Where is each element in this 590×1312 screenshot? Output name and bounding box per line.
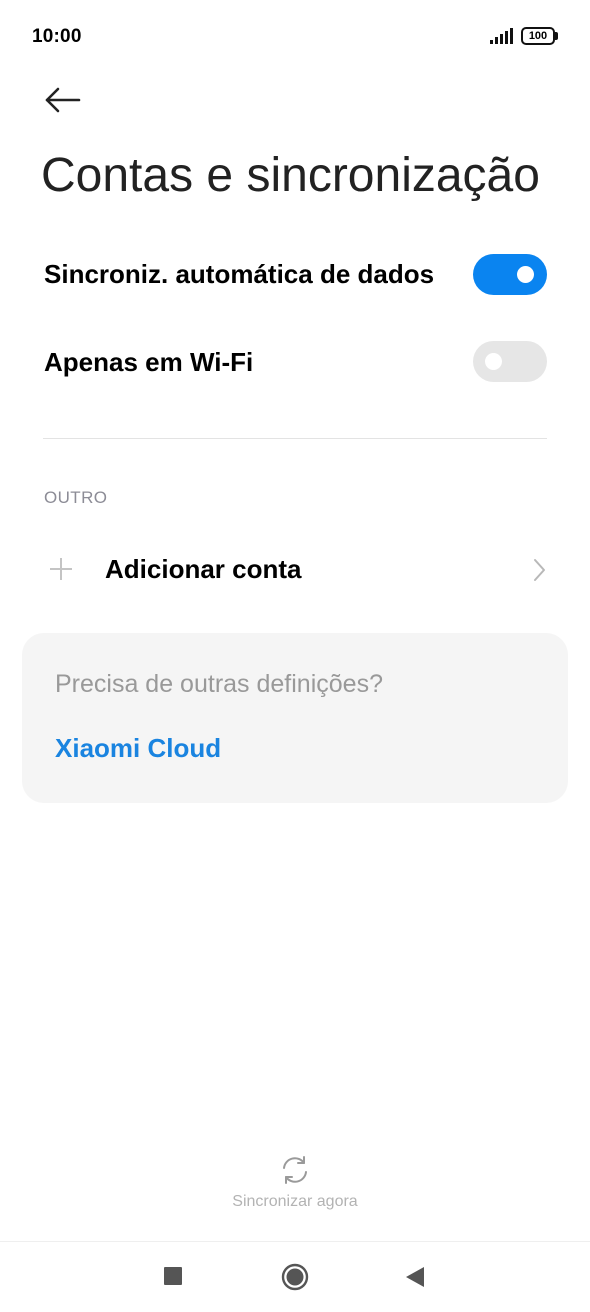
- back-button[interactable]: [36, 76, 88, 124]
- toggle-knob: [517, 266, 534, 283]
- wifi-only-row[interactable]: Apenas em Wi-Fi: [0, 322, 590, 402]
- cloud-question: Precisa de outras definições?: [55, 670, 383, 698]
- battery-level: 100: [528, 30, 548, 42]
- divider: [43, 438, 547, 439]
- screen: 10:00 100 Contas e sincronização Sincron…: [0, 0, 590, 1312]
- chevron-right-icon: [534, 559, 545, 581]
- sync-icon: [283, 1156, 307, 1184]
- nav-recents-icon[interactable]: [164, 1267, 182, 1285]
- wifi-only-toggle[interactable]: [473, 341, 547, 382]
- back-arrow-icon: [45, 87, 81, 113]
- nav-home-icon[interactable]: [281, 1263, 309, 1291]
- auto-sync-toggle[interactable]: [473, 254, 547, 295]
- battery-icon: 100: [521, 27, 559, 45]
- page-title: Contas e sincronização: [41, 149, 540, 202]
- sync-now-button[interactable]: Sincronizar agora: [195, 1150, 395, 1220]
- auto-sync-label: Sincroniz. automática de dados: [44, 259, 435, 289]
- sync-now-label: Sincronizar agora: [232, 1193, 358, 1210]
- add-account-label: Adicionar conta: [105, 554, 302, 584]
- status-bar: 10:00 100: [0, 0, 590, 74]
- toggle-knob: [485, 353, 502, 370]
- section-header-other: OUTRO: [44, 488, 108, 507]
- auto-sync-row[interactable]: Sincroniz. automática de dados: [0, 234, 590, 314]
- nav-back-icon[interactable]: [405, 1266, 425, 1288]
- add-account-row[interactable]: Adicionar conta: [0, 533, 590, 605]
- plus-icon: [50, 558, 72, 580]
- xiaomi-cloud-link[interactable]: Xiaomi Cloud: [55, 733, 221, 764]
- navigation-bar: [0, 1241, 590, 1312]
- signal-icon: [490, 28, 513, 44]
- wifi-only-label: Apenas em Wi-Fi: [44, 347, 254, 377]
- cloud-card: Precisa de outras definições? Xiaomi Clo…: [22, 633, 568, 803]
- status-time: 10:00: [32, 26, 82, 47]
